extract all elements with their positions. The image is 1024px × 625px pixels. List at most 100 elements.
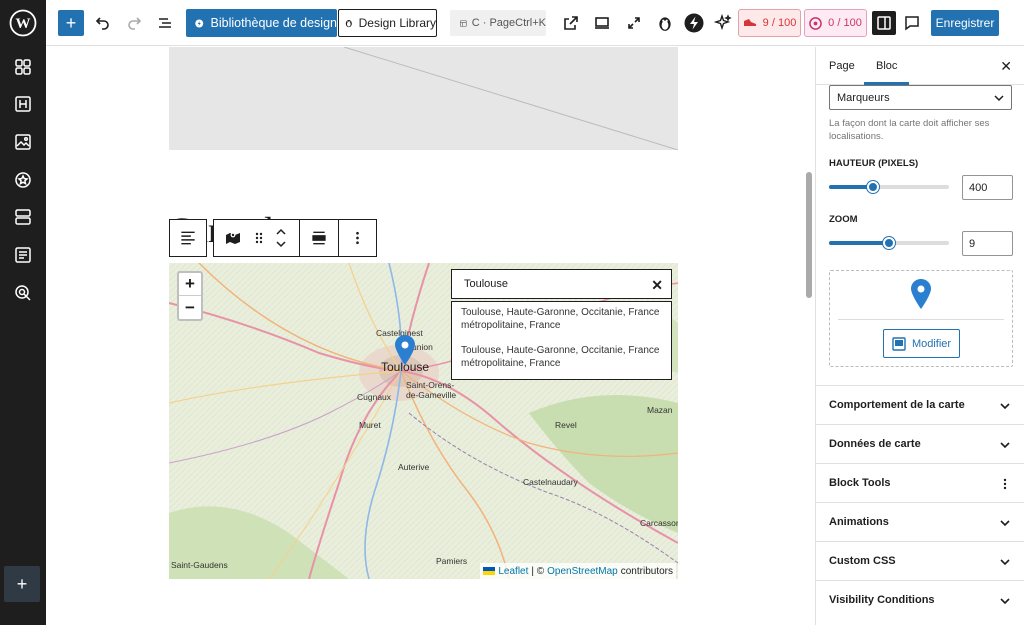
sparkle-icon[interactable] <box>711 11 735 35</box>
modify-marker-button[interactable]: Modifier <box>883 329 960 358</box>
panel-title: Comportement de la carte <box>829 399 965 411</box>
form-icon[interactable] <box>11 243 35 267</box>
map-search-input[interactable]: Toulouse ✕ <box>451 269 672 299</box>
chevron-down-icon <box>1000 520 1010 527</box>
zoom-slider[interactable] <box>829 237 949 249</box>
place-auterive: Auterive <box>398 462 430 472</box>
chevron-down-icon[interactable] <box>275 241 287 248</box>
map-attribution: Leaflet | © OpenStreetMap contributors <box>480 563 676 579</box>
external-link-icon[interactable] <box>559 11 583 35</box>
target-cursor-icon[interactable] <box>11 281 35 305</box>
panel-custom-css[interactable]: Custom CSS <box>816 541 1024 580</box>
clear-search-icon[interactable]: ✕ <box>651 277 663 294</box>
chevron-down-icon <box>994 95 1004 102</box>
place-saint-orens: Saint-Orens- <box>406 380 455 390</box>
undo-icon[interactable] <box>91 11 115 35</box>
bolt-icon[interactable] <box>682 11 706 35</box>
panel-map-behavior[interactable]: Comportement de la carte <box>816 385 1024 424</box>
place-mazamet: Mazan <box>647 405 673 415</box>
height-input[interactable]: 400 <box>962 175 1013 200</box>
chevron-down-icon <box>1000 442 1010 449</box>
zoom-input[interactable]: 9 <box>962 231 1013 256</box>
layout-icon[interactable] <box>11 55 35 79</box>
zoom-out-button[interactable]: − <box>179 296 201 319</box>
image-icon[interactable] <box>11 130 35 154</box>
close-sidebar-icon[interactable]: ✕ <box>1000 58 1012 75</box>
block-options[interactable] <box>338 219 377 257</box>
panel-title: Données de carte <box>829 438 921 450</box>
display-mode-select[interactable]: Marqueurs <box>829 85 1012 110</box>
design-library-alt-button[interactable]: Design Library <box>338 9 437 37</box>
height-slider[interactable] <box>829 181 949 193</box>
settings-sidebar-toggle[interactable] <box>872 11 896 35</box>
attribution-contributors: contributors <box>620 565 673 577</box>
osm-link[interactable]: OpenStreetMap <box>547 566 618 577</box>
seo-score-badge[interactable]: 9 / 100 <box>738 9 801 37</box>
search-result-item[interactable]: Toulouse, Haute-Garonne, Occitanie, Fran… <box>461 306 662 332</box>
attribution-separator: | © <box>531 565 545 577</box>
panel-visibility-conditions[interactable]: Visibility Conditions <box>816 580 1024 619</box>
map-block-icon[interactable] <box>214 231 252 245</box>
save-button[interactable]: Enregistrer <box>931 10 999 36</box>
penguin-plugin-icon[interactable] <box>653 11 677 35</box>
marker-divider <box>838 319 1004 320</box>
map-widget[interactable]: Castelginest union Toulouse Saint-Orens-… <box>169 263 678 579</box>
panel-animations[interactable]: Animations <box>816 502 1024 541</box>
design-library-button[interactable]: Bibliothèque de design <box>186 9 337 37</box>
fullscreen-icon[interactable] <box>622 11 646 35</box>
panel-title: Custom CSS <box>829 555 896 567</box>
map-search-value: Toulouse <box>464 278 509 290</box>
command-palette[interactable]: C · PageCtrl+K <box>450 10 546 36</box>
place-pamiers: Pamiers <box>436 556 468 566</box>
svg-text:W: W <box>16 16 31 32</box>
wordpress-logo-icon[interactable]: W <box>0 0 46 46</box>
place-gameville: de-Gameville <box>406 390 457 400</box>
search-result-item[interactable]: Toulouse, Haute-Garonne, Occitanie, Fran… <box>461 344 662 370</box>
redo-icon[interactable] <box>122 11 146 35</box>
map-zoom-control: + − <box>177 271 203 321</box>
readability-badge[interactable]: 0 / 100 <box>804 9 867 37</box>
place-revel: Revel <box>555 420 577 430</box>
block-align-wide[interactable] <box>299 219 339 257</box>
zoom-in-button[interactable]: + <box>179 273 201 296</box>
comments-icon[interactable] <box>900 11 924 35</box>
readability-value: 0 / 100 <box>828 17 862 29</box>
place-cugnaux: Cugnaux <box>357 392 392 402</box>
stack-icon[interactable] <box>11 205 35 229</box>
panel-map-data[interactable]: Données de carte <box>816 424 1024 463</box>
star-icon[interactable] <box>11 168 35 192</box>
gauge-icon <box>809 16 822 30</box>
ukraine-flag-icon <box>483 567 496 575</box>
heading-icon[interactable] <box>11 92 35 116</box>
add-block-button[interactable]: + <box>58 10 84 36</box>
rail-add-icon[interactable]: + <box>4 566 40 602</box>
search-results: Toulouse, Haute-Garonne, Occitanie, Fran… <box>451 301 672 380</box>
library-logo-icon <box>195 19 204 27</box>
editor-canvas: Carte du <box>46 47 804 625</box>
sidebar-icon <box>877 16 891 30</box>
map-marker-icon[interactable] <box>395 335 415 368</box>
height-slider-thumb[interactable] <box>867 181 880 193</box>
block-parent-align[interactable] <box>169 219 207 257</box>
place-union: union <box>412 342 433 352</box>
zoom-label: ZOOM <box>829 214 858 225</box>
edit-image-icon <box>892 336 906 351</box>
leaflet-link[interactable]: Leaflet <box>498 566 528 577</box>
canvas-scrollbar[interactable] <box>806 172 812 298</box>
tab-block[interactable]: Bloc <box>863 47 911 85</box>
image-placeholder[interactable] <box>169 47 678 150</box>
sidebar-tabs: Page Bloc ✕ <box>816 47 1024 85</box>
panel-block-tools[interactable]: Block Tools <box>816 463 1024 502</box>
more-vertical-icon[interactable] <box>999 478 1011 490</box>
move-arrows[interactable] <box>266 228 296 248</box>
chevron-down-icon <box>1000 559 1010 566</box>
desktop-preview-icon[interactable] <box>590 11 614 35</box>
height-label: HAUTEUR (PIXELS) <box>829 158 919 169</box>
chevron-up-icon[interactable] <box>275 228 287 235</box>
marker-settings: Modifier <box>829 270 1013 367</box>
drag-handle-icon[interactable] <box>252 231 266 245</box>
left-rail: W + <box>0 0 46 625</box>
document-overview-icon[interactable] <box>153 11 177 35</box>
tab-page[interactable]: Page <box>829 47 855 85</box>
zoom-slider-thumb[interactable] <box>883 237 895 249</box>
